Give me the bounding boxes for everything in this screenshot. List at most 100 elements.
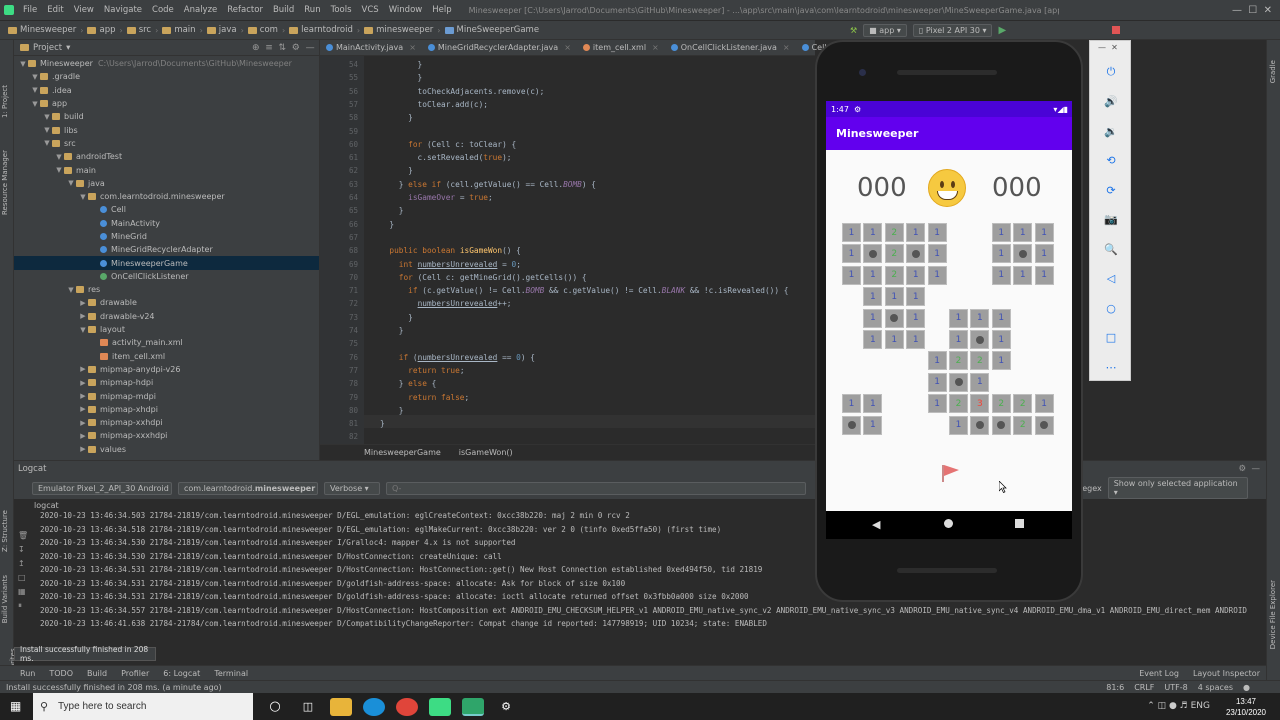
log-output[interactable]: 2020-10-23 13:46:34.503 21784-21819/com.…: [14, 511, 1280, 633]
layout-inspector-tab[interactable]: Layout Inspector: [1193, 669, 1260, 678]
expand-arrow-icon[interactable]: ▼: [66, 286, 76, 294]
mine-cell[interactable]: 1: [970, 372, 990, 392]
expand-arrow-icon[interactable]: ▼: [42, 139, 52, 147]
menu-item-vcs[interactable]: VCS: [357, 5, 384, 15]
mine-cell[interactable]: 1: [927, 265, 947, 285]
mine-cell[interactable]: [1013, 287, 1032, 306]
editor-tab[interactable]: OnCellClickListener.java ×: [665, 40, 796, 56]
mine-cell[interactable]: 1: [949, 330, 968, 349]
mine-cell[interactable]: 1: [991, 330, 1011, 349]
tree-item[interactable]: ▼ res: [14, 283, 319, 296]
windows-start-icon[interactable]: ▦: [10, 699, 21, 713]
mine-cell[interactable]: [1035, 373, 1054, 392]
lock-icon[interactable]: ●: [1243, 683, 1250, 692]
mine-cell[interactable]: [906, 394, 925, 413]
tree-item[interactable]: ▼ libs: [14, 123, 319, 136]
mine-cell[interactable]: 2: [991, 394, 1011, 414]
expand-arrow-icon[interactable]: ▶: [78, 445, 88, 453]
expand-arrow-icon[interactable]: ▼: [30, 100, 40, 108]
tree-item[interactable]: ▶ values: [14, 443, 319, 456]
tree-item[interactable]: ▼ Minesweeper C:\Users\Jarrod\Documents\Gi…: [14, 57, 319, 70]
mine-cell[interactable]: [885, 394, 904, 413]
menu-item-run[interactable]: Run: [299, 5, 325, 15]
mine-cell[interactable]: 1: [927, 394, 947, 414]
nav-recents-icon[interactable]: [1015, 519, 1024, 528]
breadcrumb-item[interactable]: Minesweeper: [4, 25, 80, 35]
mine-cell[interactable]: [842, 373, 861, 392]
tool-window-tab[interactable]: Terminal: [214, 669, 248, 678]
mine-cell[interactable]: [842, 309, 861, 328]
mine-cell[interactable]: 1: [863, 394, 883, 414]
tree-item[interactable]: ▼ java: [14, 177, 319, 190]
android-studio-icon[interactable]: [429, 697, 451, 716]
mine-cell[interactable]: [906, 244, 926, 264]
run-config-select[interactable]: ■ app ▾: [863, 23, 907, 37]
mine-cell[interactable]: 1: [970, 308, 990, 328]
mine-cell[interactable]: [863, 373, 882, 392]
mine-cell[interactable]: 1: [884, 287, 904, 307]
mine-cell[interactable]: [906, 416, 925, 435]
mine-cell[interactable]: [1013, 373, 1032, 392]
mine-cell[interactable]: 1: [842, 223, 861, 242]
mine-cell[interactable]: 1: [927, 244, 947, 264]
mine-cell[interactable]: 2: [1013, 415, 1033, 435]
mine-cell[interactable]: [842, 330, 861, 349]
expand-arrow-icon[interactable]: ▼: [54, 166, 64, 174]
file-encoding[interactable]: UTF-8: [1164, 683, 1187, 692]
editor-tab[interactable]: MainActivity.java ×: [320, 40, 422, 56]
tree-item[interactable]: ▼ src: [14, 137, 319, 150]
tool-window-tab[interactable]: TODO: [49, 669, 73, 678]
mine-cell[interactable]: [992, 373, 1011, 392]
mine-cell[interactable]: [1035, 287, 1054, 306]
tree-item[interactable]: MineGrid: [14, 230, 319, 243]
taskbar-search-input[interactable]: ⚲ Type here to search: [33, 693, 253, 720]
tree-item[interactable]: ▶ mipmap-anydpi-v26: [14, 363, 319, 376]
cursor-position[interactable]: 81:6: [1106, 683, 1124, 692]
stop-icon[interactable]: [1112, 26, 1121, 34]
mine-cell[interactable]: [970, 223, 989, 242]
mine-cell[interactable]: 1: [1013, 223, 1033, 242]
close-tab-icon[interactable]: ×: [409, 43, 416, 52]
tree-item[interactable]: ▼ app: [14, 97, 319, 110]
mine-cell[interactable]: 1: [1034, 265, 1054, 285]
process-dropdown[interactable]: com.learntodroid.minesweeper (21 ▾: [178, 481, 318, 495]
zoom-icon[interactable]: 🔍: [1102, 240, 1120, 258]
mine-cell[interactable]: 1: [991, 265, 1011, 285]
tree-item[interactable]: MineGridRecyclerAdapter: [14, 243, 319, 256]
mine-cell[interactable]: 1: [906, 223, 926, 242]
mine-cell[interactable]: [949, 372, 968, 392]
minimize-close-icon[interactable]: — ✕: [1098, 43, 1118, 52]
menu-item-build[interactable]: Build: [268, 5, 299, 15]
expand-arrow-icon[interactable]: ▶: [78, 419, 88, 427]
tree-item[interactable]: MinesweeperGame: [14, 256, 319, 270]
tree-item[interactable]: item_cell.xml: [14, 350, 319, 363]
mine-cell[interactable]: 1: [1034, 394, 1054, 414]
mine-cell[interactable]: 1: [991, 244, 1011, 264]
hammer-icon[interactable]: ⚒: [850, 26, 857, 35]
mine-cell[interactable]: 1: [863, 415, 883, 435]
project-view-select[interactable]: Project: [33, 43, 62, 53]
tree-item[interactable]: ▶ mipmap-xxxhdpi: [14, 429, 319, 442]
mine-cell[interactable]: 1: [927, 372, 947, 392]
mine-cell[interactable]: 1: [906, 308, 926, 328]
expand-arrow-icon[interactable]: ▶: [78, 392, 88, 400]
mine-cell[interactable]: [949, 266, 968, 285]
expand-arrow-icon[interactable]: ▶: [78, 365, 88, 373]
tree-item[interactable]: ▶ mipmap-mdpi: [14, 389, 319, 402]
active-app-icon[interactable]: [462, 697, 484, 716]
breadcrumb-item[interactable]: com: [244, 25, 282, 35]
breadcrumb-item[interactable]: src: [123, 25, 155, 35]
breadcrumb-item[interactable]: java: [203, 25, 241, 35]
logcat-side-actions[interactable]: 🗑 ↧ ↥ □ ▦ ⏸: [18, 529, 28, 613]
rotate-left-icon[interactable]: ⟲: [1102, 152, 1120, 170]
edge-icon[interactable]: [363, 697, 385, 716]
project-tool-tab[interactable]: 1: Project: [1, 85, 9, 118]
system-tray-icons[interactable]: ⌃ ◫ ● ♬ ENG: [1147, 701, 1210, 711]
mine-cell[interactable]: 1: [863, 287, 883, 307]
mine-cell[interactable]: 1: [842, 244, 861, 264]
camera-icon[interactable]: 📷: [1102, 211, 1120, 229]
mine-cell[interactable]: 1: [906, 265, 926, 285]
mine-cell[interactable]: [991, 415, 1011, 435]
mine-cell[interactable]: [1035, 330, 1054, 349]
nav-back-icon[interactable]: ◀: [872, 518, 880, 531]
